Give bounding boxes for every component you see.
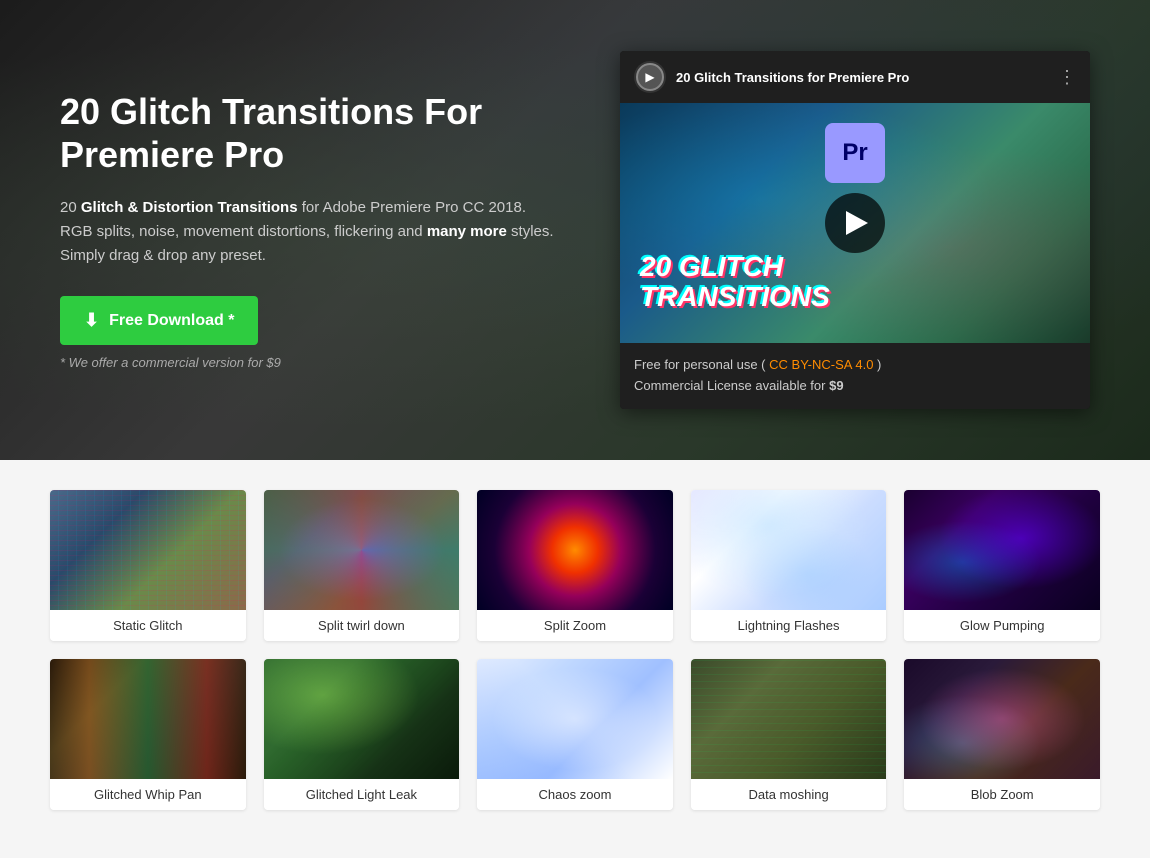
video-header: ▶ 20 Glitch Transitions for Premiere Pro… — [620, 51, 1090, 103]
hero-content-left: 20 Glitch Transitions For Premiere Pro 2… — [60, 90, 560, 370]
label-whip-pan: Glitched Whip Pan — [50, 779, 246, 810]
transition-card-split-zoom[interactable]: Split Zoom — [477, 490, 673, 641]
transition-card-whip-pan[interactable]: Glitched Whip Pan — [50, 659, 246, 810]
video-container: ▶ 20 Glitch Transitions for Premiere Pro… — [620, 51, 1090, 409]
license-prefix: Free for personal use ( — [634, 357, 766, 372]
label-split-twirl: Split twirl down — [264, 610, 460, 641]
thumbnail-split-zoom — [477, 490, 673, 610]
play-icon — [846, 211, 868, 235]
label-split-zoom: Split Zoom — [477, 610, 673, 641]
thumbnail-text-line2: TRANSITIONS — [640, 281, 830, 312]
video-title: 20 Glitch Transitions for Premiere Pro — [676, 70, 909, 85]
video-info: Free for personal use ( CC BY-NC-SA 4.0 … — [620, 343, 1090, 409]
premiere-pro-logo: Pr — [825, 123, 885, 183]
desc-bold2: many more — [427, 223, 507, 240]
transition-card-light-leak[interactable]: Glitched Light Leak — [264, 659, 460, 810]
license-suffix: ) — [877, 357, 881, 372]
commercial-license-text: Commercial License available for $9 — [634, 378, 844, 393]
video-thumbnail[interactable]: Pr 20 GLITCH TRANSITIONS — [620, 103, 1090, 343]
transition-card-lightning[interactable]: Lightning Flashes — [691, 490, 887, 641]
transition-card-chaos-zoom[interactable]: Chaos zoom — [477, 659, 673, 810]
channel-icon: ▶ — [634, 61, 666, 93]
label-lightning: Lightning Flashes — [691, 610, 887, 641]
transitions-row-1: Static Glitch Split twirl down Split Zoo… — [50, 490, 1100, 641]
download-button-label: Free Download * — [109, 312, 234, 330]
transition-card-static-glitch[interactable]: Static Glitch — [50, 490, 246, 641]
commercial-note: * We offer a commercial version for $9 — [60, 355, 560, 370]
thumbnail-glow — [904, 490, 1100, 610]
thumbnail-lightning — [691, 490, 887, 610]
free-download-button[interactable]: ⬇ Free Download * — [60, 296, 258, 345]
channel-icon-inner: ▶ — [636, 63, 664, 91]
cc-license-link[interactable]: CC BY-NC-SA 4.0 — [769, 357, 873, 372]
thumbnail-text: 20 GLITCH TRANSITIONS — [640, 252, 830, 314]
thumbnail-static-glitch — [50, 490, 246, 610]
thumbnail-data-moshing — [691, 659, 887, 779]
transition-card-blob-zoom[interactable]: Blob Zoom — [904, 659, 1100, 810]
commercial-price: $9 — [829, 378, 843, 393]
label-blob-zoom: Blob Zoom — [904, 779, 1100, 810]
thumbnail-text-line1: 20 GLITCH — [640, 251, 783, 282]
thumbnail-split-twirl — [264, 490, 460, 610]
hero-section: 20 Glitch Transitions For Premiere Pro 2… — [0, 0, 1150, 460]
transitions-row-2: Glitched Whip Pan Glitched Light Leak Ch… — [50, 659, 1100, 810]
transition-card-data-moshing[interactable]: Data moshing — [691, 659, 887, 810]
thumbnail-light-leak — [264, 659, 460, 779]
play-button[interactable] — [825, 193, 885, 253]
download-icon: ⬇ — [84, 310, 99, 331]
transition-card-split-twirl[interactable]: Split twirl down — [264, 490, 460, 641]
label-light-leak: Glitched Light Leak — [264, 779, 460, 810]
thumbnail-whip-pan — [50, 659, 246, 779]
label-chaos-zoom: Chaos zoom — [477, 779, 673, 810]
label-data-moshing: Data moshing — [691, 779, 887, 810]
label-glow: Glow Pumping — [904, 610, 1100, 641]
thumbnail-chaos-zoom — [477, 659, 673, 779]
video-header-left: ▶ 20 Glitch Transitions for Premiere Pro — [634, 61, 909, 93]
hero-title: 20 Glitch Transitions For Premiere Pro — [60, 90, 560, 176]
desc-prefix: 20 — [60, 199, 81, 216]
label-static-glitch: Static Glitch — [50, 610, 246, 641]
license-info: Free for personal use ( CC BY-NC-SA 4.0 … — [634, 355, 1076, 397]
transitions-grid-section: Static Glitch Split twirl down Split Zoo… — [0, 460, 1150, 858]
hero-description: 20 Glitch & Distortion Transitions for A… — [60, 196, 560, 268]
transition-card-glow[interactable]: Glow Pumping — [904, 490, 1100, 641]
desc-bold1: Glitch & Distortion Transitions — [81, 199, 298, 216]
thumbnail-blob-zoom — [904, 659, 1100, 779]
hero-video-panel: ▶ 20 Glitch Transitions for Premiere Pro… — [620, 51, 1090, 409]
video-more-button[interactable]: ⋮ — [1058, 67, 1076, 88]
